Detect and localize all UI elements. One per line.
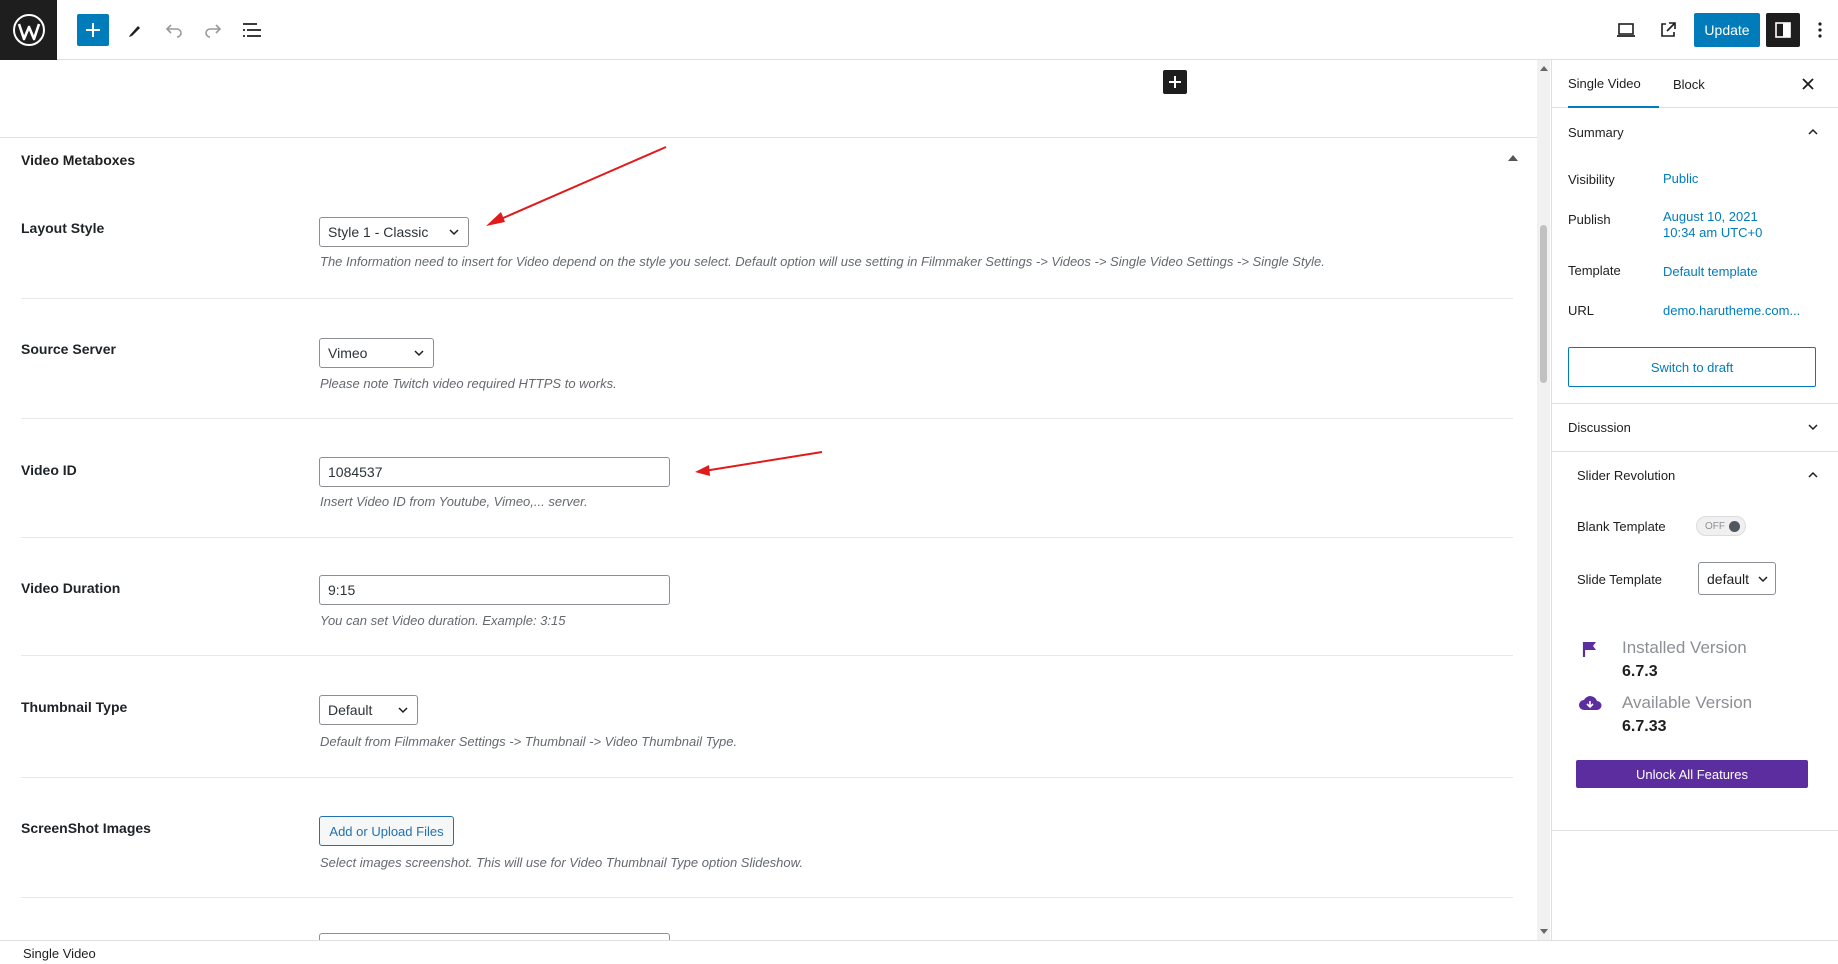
thumbnail-type-value: Default — [328, 702, 373, 718]
available-version-label: Available Version — [1622, 693, 1753, 712]
divider — [21, 418, 1513, 419]
layout-style-description: The Information need to insert for Video… — [320, 254, 1325, 269]
redo-icon[interactable] — [201, 13, 225, 47]
document-overview-icon[interactable] — [240, 13, 264, 47]
available-version-number: 6.7.33 — [1622, 718, 1667, 735]
view-post-external-icon[interactable] — [1656, 13, 1680, 47]
chevron-down-icon — [414, 350, 424, 357]
chevron-down-icon — [449, 229, 459, 236]
slide-template-value: default — [1707, 570, 1750, 587]
publish-label: Publish — [1568, 212, 1611, 227]
discussion-panel-toggle[interactable]: Discussion — [1552, 403, 1838, 451]
url-value[interactable]: demo.harutheme.com... — [1663, 303, 1800, 319]
publish-date: August 10, 2021 — [1663, 209, 1758, 224]
layout-style-value: Style 1 - Classic — [328, 224, 429, 240]
tab-single-video[interactable]: Single Video — [1568, 60, 1659, 108]
collapse-metabox-icon[interactable] — [1508, 155, 1518, 161]
cloud-download-icon — [1578, 694, 1602, 717]
preview-device-icon[interactable] — [1614, 13, 1638, 47]
add-or-upload-files-button[interactable]: Add or Upload Files — [319, 816, 454, 846]
scroll-down-arrow-icon[interactable] — [1540, 929, 1548, 934]
chevron-up-icon — [1808, 471, 1818, 478]
video-id-input[interactable]: 1084537 — [319, 457, 670, 487]
visibility-label: Visibility — [1568, 172, 1615, 187]
template-value[interactable]: Default template — [1663, 264, 1758, 280]
editor-toolbar: Update — [0, 0, 1838, 60]
wordpress-logo-icon[interactable] — [0, 0, 57, 60]
thumbnail-type-label: Thumbnail Type — [21, 699, 128, 715]
source-server-select[interactable]: Vimeo — [319, 338, 434, 368]
slider-revolution-title: Slider Revolution — [1577, 467, 1676, 483]
layout-style-select[interactable]: Style 1 - Classic — [319, 217, 469, 247]
discussion-title: Discussion — [1568, 419, 1631, 435]
video-id-description: Insert Video ID from Youtube, Vimeo,... … — [320, 494, 588, 509]
blank-template-toggle[interactable]: OFF — [1696, 516, 1746, 536]
layout-style-label: Layout Style — [21, 220, 105, 236]
sidebar-tabs: Single Video Block — [1552, 60, 1838, 108]
metabox-title: Video Metaboxes — [21, 152, 136, 168]
pencil-tools-icon[interactable] — [123, 13, 147, 47]
slider-revolution-panel-toggle[interactable]: Slider Revolution — [1552, 451, 1838, 499]
video-duration-description: You can set Video duration. Example: 3:1… — [320, 613, 566, 628]
tab-block[interactable]: Block — [1673, 60, 1705, 108]
options-menu-icon[interactable] — [1812, 13, 1828, 47]
toggle-knob — [1729, 521, 1740, 532]
undo-icon[interactable] — [162, 13, 186, 47]
divider — [21, 655, 1513, 656]
editor-canvas: Video Metaboxes Layout Style Style 1 - C… — [0, 60, 1537, 940]
slide-template-select[interactable]: default — [1698, 562, 1776, 595]
publish-date-button[interactable]: August 10, 2021 10:34 am UTC+0 — [1663, 209, 1762, 241]
scroll-up-arrow-icon[interactable] — [1540, 66, 1548, 71]
screenshot-images-label: ScreenShot Images — [21, 820, 151, 836]
toggle-state: OFF — [1705, 520, 1725, 532]
source-server-label: Source Server — [21, 341, 116, 357]
chevron-down-icon — [1808, 424, 1818, 431]
installed-version-number: 6.7.3 — [1622, 663, 1658, 680]
settings-sidebar-toggle-icon[interactable] — [1766, 13, 1800, 47]
visibility-value[interactable]: Public — [1663, 171, 1698, 187]
divider — [21, 298, 1513, 299]
update-button[interactable]: Update — [1694, 13, 1760, 47]
chevron-down-icon — [398, 707, 408, 714]
chevron-down-icon — [1758, 576, 1768, 583]
screenshot-images-description: Select images screenshot. This will use … — [320, 855, 803, 870]
divider — [21, 897, 1513, 898]
breadcrumb[interactable]: Single Video — [23, 946, 96, 961]
blank-template-label: Blank Template — [1577, 519, 1666, 534]
template-label: Template — [1568, 263, 1621, 278]
divider — [0, 137, 1537, 138]
settings-sidebar: Single Video Block Summary Visibility Pu… — [1551, 60, 1838, 940]
summary-title: Summary — [1568, 124, 1624, 140]
video-duration-input[interactable]: 9:15 — [319, 575, 670, 605]
video-duration-label: Video Duration — [21, 580, 121, 596]
editor-scrollbar[interactable] — [1537, 60, 1550, 940]
flag-icon — [1581, 640, 1599, 663]
add-block-icon[interactable] — [1163, 70, 1187, 94]
slide-template-label: Slide Template — [1577, 572, 1663, 587]
thumbnail-type-select[interactable]: Default — [319, 695, 418, 725]
summary-panel-toggle[interactable]: Summary — [1552, 108, 1838, 156]
scrollbar-thumb[interactable] — [1540, 225, 1547, 383]
thumbnail-type-description: Default from Filmmaker Settings -> Thumb… — [320, 734, 738, 749]
divider — [21, 777, 1513, 778]
close-icon[interactable] — [1798, 74, 1818, 94]
url-label: URL — [1568, 303, 1595, 318]
chevron-up-icon — [1808, 128, 1818, 135]
divider — [21, 537, 1513, 538]
source-server-value: Vimeo — [328, 345, 368, 361]
publish-time: 10:34 am UTC+0 — [1663, 225, 1763, 240]
switch-to-draft-button[interactable]: Switch to draft — [1568, 347, 1816, 387]
installed-version-label: Installed Version — [1622, 638, 1747, 657]
video-id-label: Video ID — [21, 462, 77, 478]
unlock-all-features-button[interactable]: Unlock All Features — [1576, 760, 1808, 788]
source-server-description: Please note Twitch video required HTTPS … — [320, 376, 617, 391]
editor-footer: Single Video — [0, 940, 1838, 964]
next-field-input[interactable] — [319, 933, 670, 940]
block-inserter-button[interactable] — [77, 14, 109, 46]
divider — [1552, 830, 1838, 831]
